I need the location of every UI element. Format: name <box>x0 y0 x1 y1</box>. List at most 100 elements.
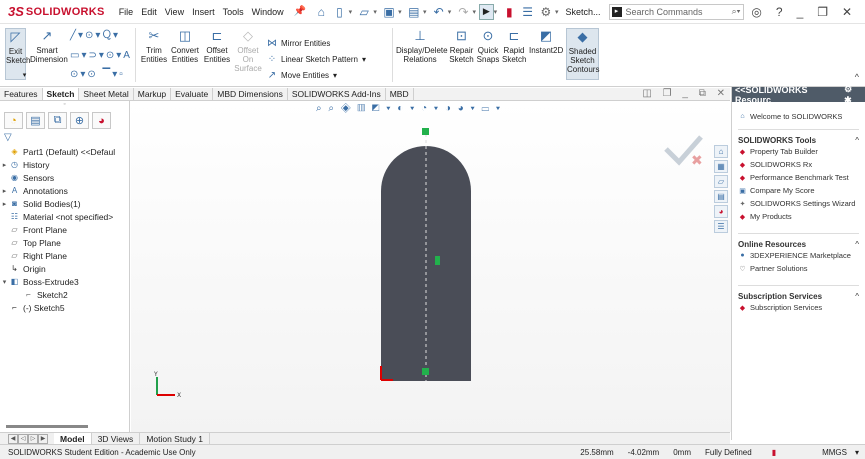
mirror-entities-button[interactable]: ⋈ Mirror Entities <box>266 38 330 49</box>
online-3dexperience-marketplace[interactable]: ● 3DEXPERIENCE Marketplace <box>738 249 859 262</box>
tab-3d-views[interactable]: 3D Views <box>92 432 141 445</box>
sketch-point-origin[interactable] <box>422 368 429 375</box>
restore-button[interactable]: ❐ <box>817 5 828 19</box>
tree-item-solid-bodies[interactable]: ▸ ◙ Solid Bodies(1) <box>0 197 129 210</box>
configuration-manager-icon[interactable]: ⧉ <box>48 112 67 129</box>
tab-mbd-dimensions[interactable]: MBD Dimensions <box>213 88 288 100</box>
options-gear-icon[interactable]: ⚙ <box>538 4 554 20</box>
confirmation-corner[interactable]: ✖ <box>661 129 711 169</box>
tab-features[interactable]: Features <box>0 88 43 100</box>
subscription-services-link[interactable]: ◆ Subscription Services <box>738 301 859 314</box>
options-dropdown-arrow[interactable]: ▾ <box>555 8 559 16</box>
prev-tab-icon[interactable]: ◁ <box>18 433 28 444</box>
tool-compare-my-score[interactable]: ▣ Compare My Score <box>738 184 859 197</box>
tree-item-front-plane[interactable]: ▱ Front Plane <box>0 223 129 236</box>
save-icon[interactable]: ▣ <box>381 4 397 20</box>
home-icon[interactable]: ⌂ <box>313 4 329 20</box>
move-dropdown[interactable]: ▾ <box>333 71 337 80</box>
tree-item-history[interactable]: ▸ ◷ History <box>0 158 129 171</box>
horizontal-scrollbar[interactable] <box>6 425 88 428</box>
tree-item-part1[interactable]: ◈ Part1 (Default) <<Defaul <box>0 145 129 158</box>
open-icon[interactable]: ▱ <box>356 4 372 20</box>
close-button[interactable]: ✕ <box>842 5 852 19</box>
display-manager-icon[interactable]: ◕ <box>92 112 111 129</box>
line-circle-spline-tools[interactable]: ╱▾⊙▾Ⴍ▾ <box>70 30 120 41</box>
units-selector[interactable]: MMGS <box>822 448 847 457</box>
move-entities-button[interactable]: ↗ Move Entities ▾ <box>266 70 337 81</box>
sketch-point-top[interactable] <box>422 128 429 135</box>
viewport-minimize-icon[interactable]: _ <box>682 88 688 99</box>
menu-tools[interactable]: Tools <box>223 7 244 17</box>
print-dropdown-arrow[interactable]: ▾ <box>423 8 427 16</box>
tool-my-products[interactable]: ◆ My Products <box>738 210 859 223</box>
convert-entities-button[interactable]: ◫ Convert Entities <box>169 28 201 64</box>
file-explorer-icon[interactable]: ▱ <box>714 175 728 188</box>
sketch-profile[interactable] <box>371 126 481 386</box>
repair-sketch-button[interactable]: ⊡ Repair Sketch <box>449 28 474 64</box>
offset-entities-button[interactable]: ⊏ Offset Entities <box>202 28 232 64</box>
offset-on-surface-button[interactable]: ◇ Offset On Surface <box>234 28 262 73</box>
rectangle-slot-polygon-tools[interactable]: ▭▾⊃▾⊙▾A <box>70 50 132 61</box>
tree-item-right-plane[interactable]: ▱ Right Plane <box>0 249 129 262</box>
filter-icon[interactable]: ▽ <box>4 132 129 143</box>
tree-item-material[interactable]: ☷ Material <not specified> <box>0 210 129 223</box>
point-fillet-tools[interactable]: ⊙▾⊙ ▔▾▫ <box>70 69 125 80</box>
first-tab-icon[interactable]: ◀ <box>8 433 18 444</box>
select-dropdown-arrow[interactable]: ▾ <box>494 8 498 16</box>
tree-item-boss-extrude3[interactable]: ▾ ◧ Boss-Extrude3 <box>0 275 129 288</box>
menu-file[interactable]: File <box>119 7 134 17</box>
online-partner-solutions[interactable]: ♡ Partner Solutions <box>738 262 859 275</box>
solidworks-logo[interactable]: 3S SOLIDWORKS <box>8 4 105 19</box>
viewport-restore-icon[interactable]: ❐ <box>663 88 672 99</box>
help-icon[interactable]: ? <box>776 5 783 19</box>
menu-insert[interactable]: Insert <box>192 7 215 17</box>
tree-item-sensors[interactable]: ◉ Sensors <box>0 171 129 184</box>
linear-sketch-pattern-button[interactable]: ⁘ Linear Sketch Pattern ▾ <box>266 54 366 65</box>
tree-item-top-plane[interactable]: ▱ Top Plane <box>0 236 129 249</box>
panel-collapse-icon[interactable]: ◦ <box>0 101 129 109</box>
save-dropdown-arrow[interactable]: ▾ <box>398 8 402 16</box>
undo-dropdown-arrow[interactable]: ▾ <box>448 8 452 16</box>
redo-dropdown-arrow[interactable]: ▾ <box>473 8 477 16</box>
tab-mbd[interactable]: MBD <box>386 88 414 100</box>
tree-item-sketch5[interactable]: ⌐ (-) Sketch5 <box>0 301 129 314</box>
search-commands-input[interactable]: ▸ Search Commands ⌕▾ <box>608 3 745 20</box>
new-dropdown-arrow[interactable]: ▾ <box>349 8 353 16</box>
tab-evaluate[interactable]: Evaluate <box>171 88 214 100</box>
tree-item-annotations[interactable]: ▸ A Annotations <box>0 184 129 197</box>
viewport-close-icon[interactable]: ✕ <box>717 88 725 99</box>
tab-solidworks-addins[interactable]: SOLIDWORKS Add-Ins <box>288 88 386 100</box>
display-delete-relations-button[interactable]: ⊥ Display/Delete Relations <box>396 28 448 64</box>
exit-sketch-dropdown[interactable]: ▾ <box>14 71 35 80</box>
tab-sketch[interactable]: Sketch <box>42 88 80 100</box>
pane-options-icon[interactable]: ⚙ ✱ <box>844 84 862 106</box>
rapid-sketch-button[interactable]: ⊏ Rapid Sketch <box>502 28 526 64</box>
minimize-button[interactable]: _ <box>797 5 804 19</box>
expand-arrow-icon[interactable]: ▸ <box>0 161 9 169</box>
viewport-maximize-icon[interactable]: ⧉ <box>699 88 706 99</box>
collapse-caret-icon[interactable]: ^ <box>855 240 859 249</box>
search-icon[interactable]: ⌕▾ <box>732 6 741 17</box>
collapse-caret-icon[interactable]: ^ <box>855 292 859 301</box>
rebuild-status-icon[interactable]: ▮ <box>772 448 776 457</box>
solidworks-resources-icon[interactable]: ⌂ <box>714 145 728 158</box>
tool-solidworks-rx[interactable]: ◆ SOLIDWORKS Rx <box>738 158 859 171</box>
select-icon[interactable]: ▶ <box>479 3 494 20</box>
open-dropdown-arrow[interactable]: ▾ <box>373 8 377 16</box>
tab-sheet-metal[interactable]: Sheet Metal <box>79 88 134 100</box>
expand-arrow-icon[interactable]: ▸ <box>0 187 9 195</box>
custom-properties-icon[interactable]: ☰ <box>714 220 728 233</box>
pin-icon[interactable]: 📌 <box>294 6 306 17</box>
menu-window[interactable]: Window <box>252 7 284 17</box>
collapse-arrow-icon[interactable]: ▾ <box>0 278 9 286</box>
next-tab-icon[interactable]: ▷ <box>28 433 38 444</box>
user-icon[interactable]: ◎ <box>751 5 761 19</box>
subscription-section-title[interactable]: Subscription Services ^ <box>738 292 859 301</box>
rebuild-icon[interactable]: ▮ <box>501 4 517 20</box>
tree-item-sketch2[interactable]: ⌐ Sketch2 <box>0 288 129 301</box>
tool-settings-wizard[interactable]: ✦ SOLIDWORKS Settings Wizard <box>738 197 859 210</box>
smart-dimension-button[interactable]: ↗ Smart Dimension <box>30 28 68 64</box>
redo-icon[interactable]: ↷ <box>455 4 471 20</box>
dimxpert-manager-icon[interactable]: ⊕ <box>70 112 89 129</box>
tab-markup[interactable]: Markup <box>134 88 172 100</box>
